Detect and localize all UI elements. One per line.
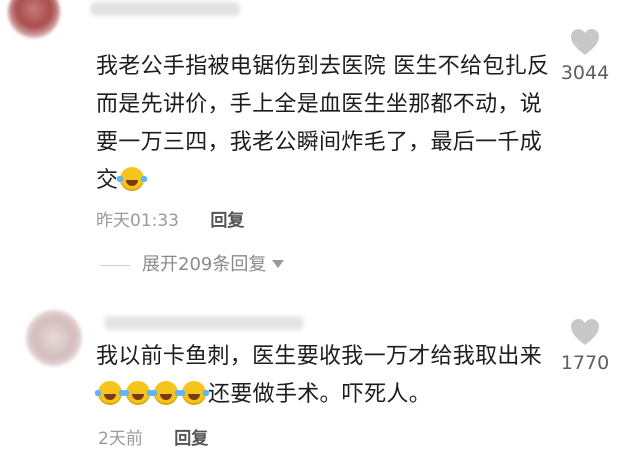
comment-time: 昨天01:33 xyxy=(96,211,179,231)
expand-replies-button[interactable]: 展开209条回复 xyxy=(100,250,285,276)
comment-item: 我老公手指被电锯伤到去医院 医生不给包扎反而是先讲价，手上全是血医生坐那都不动，… xyxy=(0,0,640,240)
expand-replies-label: 展开209条回复 xyxy=(142,254,267,275)
like-button[interactable]: 3044 xyxy=(548,28,622,84)
laugh-cry-emoji-icon xyxy=(117,167,148,191)
avatar[interactable] xyxy=(8,0,60,38)
comment-body: 我以前卡鱼刺，医生要收我一万才给我取出来 xyxy=(96,344,543,369)
divider-line xyxy=(100,264,130,266)
heart-icon[interactable] xyxy=(570,28,600,56)
like-count: 3044 xyxy=(560,62,610,84)
avatar[interactable] xyxy=(26,310,82,366)
laugh-cry-emoji-icon xyxy=(95,381,125,405)
comment-meta: 2天前 回复 xyxy=(98,424,208,449)
comment-body: 我老公手指被电锯伤到去医院 医生不给包扎反而是先讲价，手上全是血医生坐那都不动，… xyxy=(96,54,550,193)
chevron-down-icon xyxy=(272,260,285,268)
comment-text: 我老公手指被电锯伤到去医院 医生不给包扎反而是先讲价，手上全是血医生坐那都不动，… xyxy=(96,48,556,200)
comment-time: 2天前 xyxy=(98,429,143,449)
laugh-cry-emoji-icon xyxy=(179,381,209,405)
laugh-cry-emoji-icon xyxy=(123,381,153,405)
like-button[interactable]: 1770 xyxy=(548,318,622,374)
comment-text: 我以前卡鱼刺，医生要收我一万才给我取出来还要做手术。吓死人。 xyxy=(95,338,566,414)
reply-button[interactable]: 回复 xyxy=(174,424,208,449)
laugh-cry-emoji-icon xyxy=(151,381,181,405)
like-count: 1770 xyxy=(560,352,610,374)
username-blurred[interactable] xyxy=(90,2,240,16)
reply-button[interactable]: 回复 xyxy=(210,206,244,231)
heart-icon[interactable] xyxy=(570,318,600,346)
username-blurred[interactable] xyxy=(104,316,304,330)
comment-item: 我以前卡鱼刺，医生要收我一万才给我取出来还要做手术。吓死人。 2天前 回复 17… xyxy=(0,300,640,461)
comment-body-tail: 还要做手术。吓死人。 xyxy=(208,382,432,407)
comment-meta: 昨天01:33 回复 xyxy=(96,206,244,231)
